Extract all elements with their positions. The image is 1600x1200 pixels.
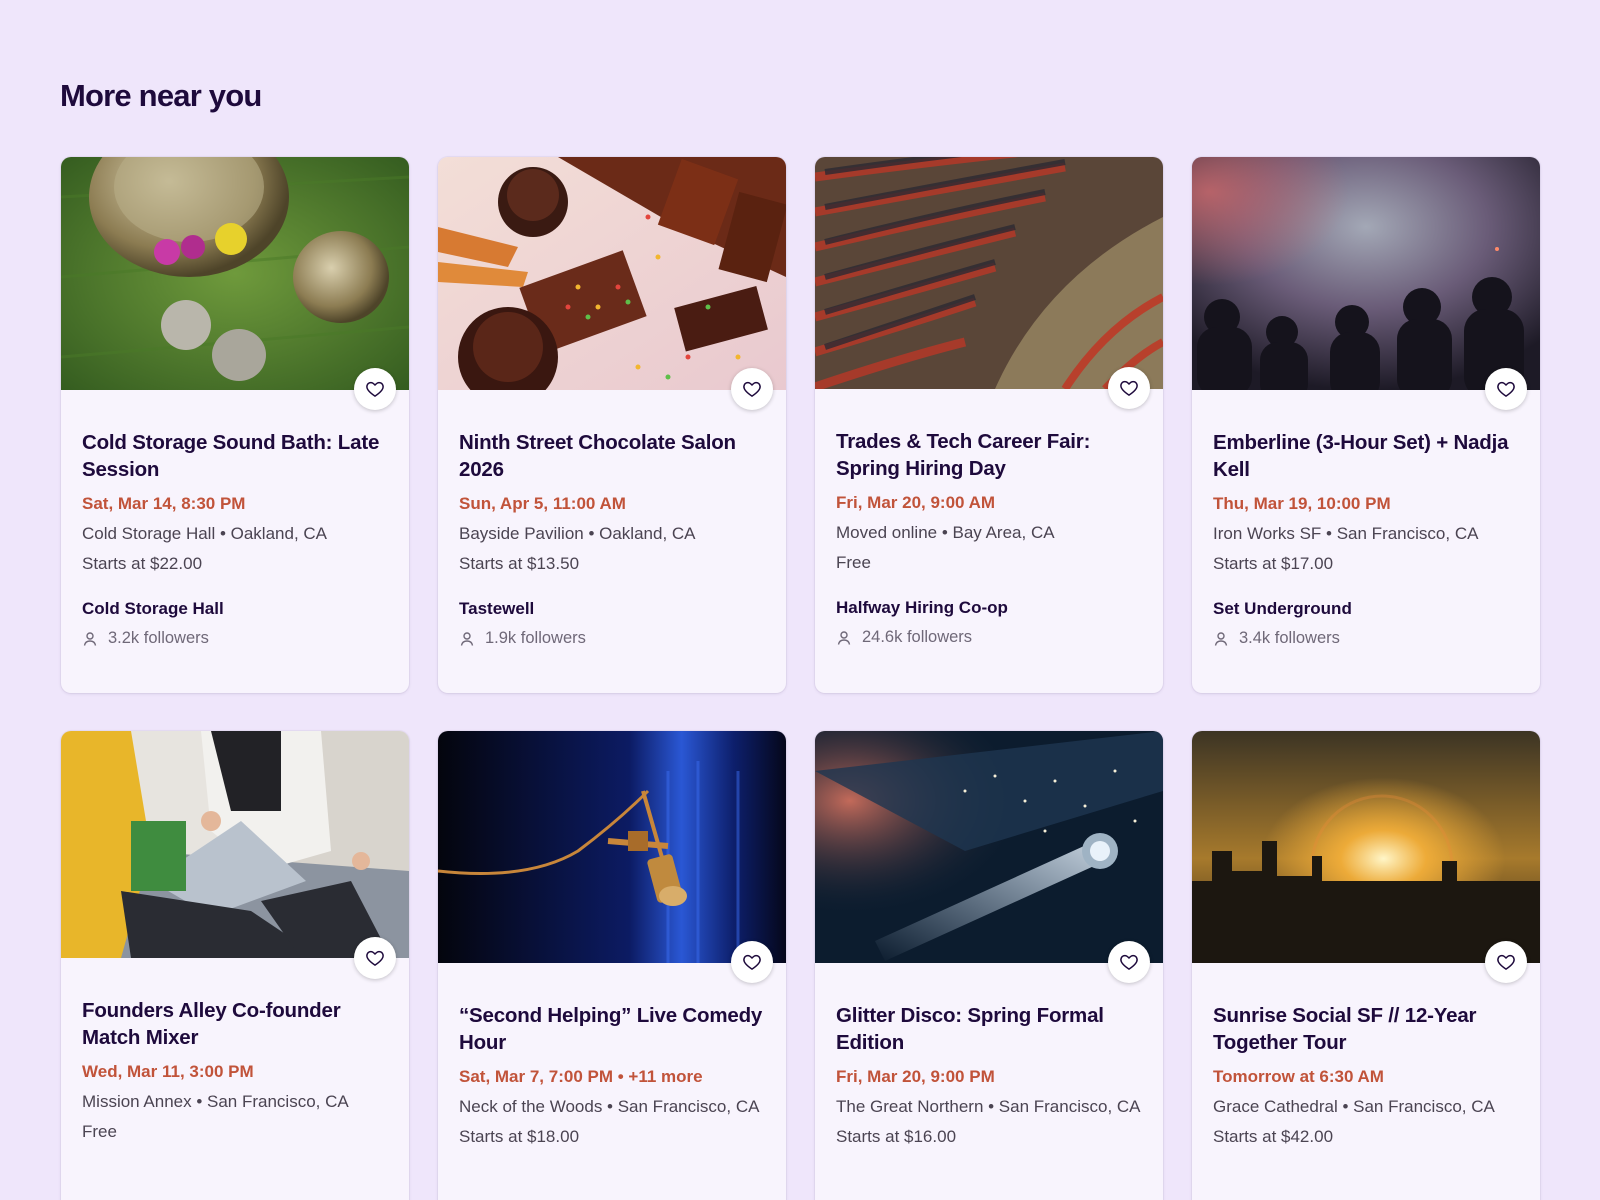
favorite-button[interactable] [731,368,773,410]
event-title[interactable]: “Second Helping” Live Comedy Hour [459,1002,765,1056]
event-location: Cold Storage Hall • Oakland, CA [82,524,328,543]
event-card[interactable]: Glitter Disco: Spring Formal Edition Fri… [815,731,1163,1200]
event-location: The Great Northern • San Francisco, CA [836,1097,1141,1116]
event-card[interactable]: Sunrise Social SF // 12-Year Together To… [1192,731,1540,1200]
event-title[interactable]: Sunrise Social SF // 12-Year Together To… [1213,1002,1519,1056]
organizer-followers: 3.2k followers [82,629,388,648]
favorite-button[interactable] [1108,941,1150,983]
heart-icon [366,381,384,397]
organizer-followers: 1.9k followers [459,629,765,648]
organizer-followers: 24.6k followers [836,628,1142,647]
favorite-button[interactable] [1485,368,1527,410]
event-image[interactable] [1192,731,1540,963]
event-card[interactable]: Trades & Tech Career Fair: Spring Hiring… [815,157,1163,693]
heart-icon [366,950,384,966]
event-price: Free [836,553,871,572]
event-date: Fri, Mar 20, 9:00 PM [836,1067,995,1086]
event-title[interactable]: Founders Alley Co-founder Match Mixer [82,997,388,1051]
event-date: Tomorrow at 6:30 AM [1213,1067,1384,1086]
event-date: Sun, Apr 5, 11:00 AM [459,494,626,513]
event-image[interactable] [815,731,1163,963]
event-card[interactable]: Emberline (3-Hour Set) + Nadja Kell Thu,… [1192,157,1540,693]
favorite-button[interactable] [1108,367,1150,409]
event-image[interactable] [1192,157,1540,390]
event-image[interactable] [438,731,786,963]
favorite-button[interactable] [731,941,773,983]
person-icon [83,631,97,646]
event-title[interactable]: Cold Storage Sound Bath: Late Session [82,429,388,483]
favorite-button[interactable] [354,937,396,979]
person-icon [837,630,851,645]
event-image[interactable] [438,157,786,390]
event-date: Thu, Mar 19, 10:00 PM [1213,494,1391,513]
heart-icon [743,381,761,397]
event-price: Free [82,1122,117,1141]
event-grid: Cold Storage Sound Bath: Late Session Sa… [61,157,1540,1200]
heart-icon [1497,954,1515,970]
favorite-button[interactable] [1485,941,1527,983]
event-card[interactable]: Cold Storage Sound Bath: Late Session Sa… [61,157,409,693]
event-location: Moved online • Bay Area, CA [836,523,1055,542]
organizer-followers: 3.4k followers [1213,629,1519,648]
event-image[interactable] [61,157,409,390]
person-icon [1214,631,1228,646]
event-date: Wed, Mar 11, 3:00 PM [82,1062,254,1081]
heart-icon [1120,954,1138,970]
event-image[interactable] [815,157,1163,389]
person-icon [460,631,474,646]
event-title[interactable]: Emberline (3-Hour Set) + Nadja Kell [1213,429,1519,483]
followers-count: 24.6k followers [862,628,973,646]
organizer-name[interactable]: Set Underground [1213,599,1519,619]
event-price: Starts at $42.00 [1213,1127,1334,1146]
event-title[interactable]: Trades & Tech Career Fair: Spring Hiring… [836,428,1142,482]
heart-icon [1120,380,1138,396]
event-title[interactable]: Ninth Street Chocolate Salon 2026 [459,429,765,483]
event-date: Sat, Mar 14, 8:30 PM [82,494,246,513]
event-title[interactable]: Glitter Disco: Spring Formal Edition [836,1002,1142,1056]
organizer-name[interactable]: Cold Storage Hall [82,599,388,619]
followers-count: 1.9k followers [485,629,586,647]
organizer-name[interactable]: Tastewell [459,599,765,619]
event-card[interactable]: Founders Alley Co-founder Match Mixer We… [61,731,409,1200]
heart-icon [1497,381,1515,397]
event-location: Bayside Pavilion • Oakland, CA [459,524,696,543]
event-price: Starts at $18.00 [459,1127,580,1146]
heart-icon [743,954,761,970]
event-image[interactable] [61,731,409,958]
event-card[interactable]: Ninth Street Chocolate Salon 2026 Sun, A… [438,157,786,693]
event-card[interactable]: “Second Helping” Live Comedy Hour Sat, M… [438,731,786,1200]
organizer-name[interactable]: Halfway Hiring Co-op [836,598,1142,618]
event-location: Mission Annex • San Francisco, CA [82,1092,349,1111]
event-date: Sat, Mar 7, 7:00 PM • +11 more [459,1067,703,1086]
event-price: Starts at $13.50 [459,554,580,573]
event-location: Iron Works SF • San Francisco, CA [1213,524,1479,543]
event-location: Neck of the Woods • San Francisco, CA [459,1097,760,1116]
favorite-button[interactable] [354,368,396,410]
event-price: Starts at $16.00 [836,1127,957,1146]
followers-count: 3.2k followers [108,629,209,647]
event-location: Grace Cathedral • San Francisco, CA [1213,1097,1495,1116]
followers-count: 3.4k followers [1239,629,1340,647]
event-date: Fri, Mar 20, 9:00 AM [836,493,996,512]
section-title: More near you [60,78,262,113]
event-price: Starts at $22.00 [82,554,203,573]
event-price: Starts at $17.00 [1213,554,1334,573]
